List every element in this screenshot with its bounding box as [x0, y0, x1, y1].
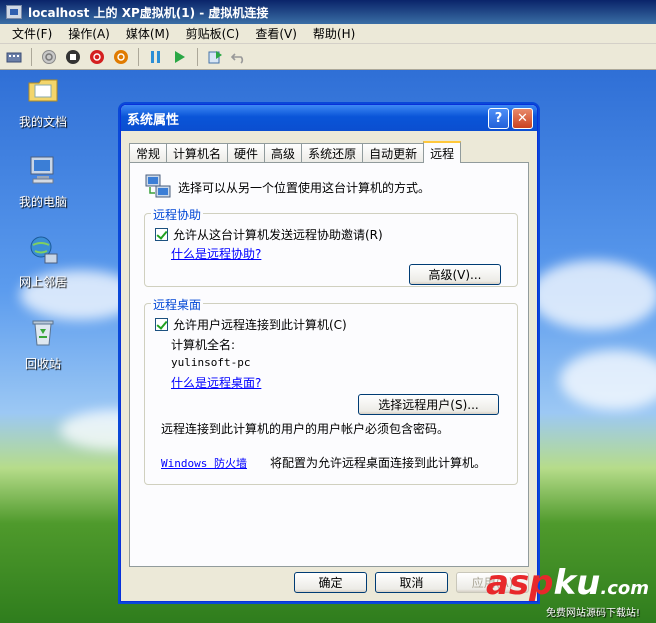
save-state-icon: [114, 49, 128, 64]
allow-assistance-checkbox-row[interactable]: 允许从这台计算机发送远程协助邀请(R): [155, 226, 383, 243]
menu-view[interactable]: 查看(V): [247, 25, 305, 42]
remote-desktop-label: 远程桌面: [151, 296, 204, 313]
desktop-icon-label: 网上邻居: [18, 275, 67, 289]
password-note: 远程连接到此计算机的用户的用户帐户必须包含密码。: [161, 422, 450, 436]
desktop-icon-recycle-bin[interactable]: 回收站: [8, 316, 78, 372]
remote-tab-panel: 选择可以从另一个位置使用这台计算机的方式。 远程协助 允许从这台计算机发送远程协…: [129, 162, 529, 567]
cloud: [530, 260, 656, 330]
folder-icon: [28, 79, 58, 102]
keyboard-icon: [6, 52, 22, 62]
vm-app-icon: [6, 5, 22, 19]
intro-row: 选择可以从另一个位置使用这台计算机的方式。: [144, 173, 430, 201]
menu-file[interactable]: 文件(F): [4, 25, 60, 42]
tab-system-restore[interactable]: 系统还原: [301, 143, 364, 162]
snapshot-icon: [208, 50, 222, 63]
tab-strip: 常规 计算机名 硬件 高级 系统还原 自动更新 远程: [129, 141, 462, 163]
system-properties-dialog: 系统属性 ? ✕ 常规 计算机名 硬件 高级 系统还原 自动更新 远程 选择可以…: [120, 104, 538, 602]
site-watermark: aspku.com 免费网站源码下载站!: [486, 563, 649, 619]
menu-media[interactable]: 媒体(M): [118, 25, 178, 42]
select-remote-users-button[interactable]: 选择远程用户(S)...: [358, 394, 499, 415]
full-computer-name-label: 计算机全名:: [171, 338, 236, 352]
shut-down-button[interactable]: [87, 47, 107, 67]
resume-button[interactable]: [170, 47, 190, 67]
tab-automatic-updates[interactable]: 自动更新: [362, 143, 425, 162]
tab-computer-name[interactable]: 计算机名: [166, 143, 229, 162]
pause-button[interactable]: [146, 47, 166, 67]
allow-remote-desktop-label: 允许用户远程连接到此计算机(C): [173, 318, 347, 332]
undo-icon: [231, 52, 244, 64]
watermark-subtitle: 免费网站源码下载站!: [546, 608, 641, 619]
desktop-icon-my-computer[interactable]: 我的电脑: [8, 154, 78, 210]
host-title: localhost 上的 XP虚拟机(1) - 虚拟机连接: [28, 5, 269, 20]
windows-firewall-link[interactable]: Windows 防火墙: [161, 455, 247, 471]
toolbar-separator: [31, 47, 32, 66]
what-is-remote-assistance-link[interactable]: 什么是远程协助?: [171, 245, 261, 262]
allow-remote-desktop-checkbox[interactable]: [155, 318, 168, 331]
start-icon: [42, 49, 56, 64]
menu-clipboard[interactable]: 剪贴板(C): [178, 25, 248, 42]
host-title-bar: localhost 上的 XP虚拟机(1) - 虚拟机连接: [0, 0, 656, 24]
toolbar-separator: [197, 47, 198, 66]
ok-button[interactable]: 确定: [294, 572, 367, 593]
close-button[interactable]: ✕: [512, 108, 533, 129]
close-icon: ✕: [517, 111, 528, 126]
turn-off-button[interactable]: [63, 47, 83, 67]
tab-remote[interactable]: 远程: [423, 141, 462, 163]
snapshot-button[interactable]: [205, 47, 225, 67]
stop-icon: [66, 49, 80, 64]
remote-assistance-group: 远程协助 允许从这台计算机发送远程协助邀请(R) 什么是远程协助? 高级(V).…: [144, 206, 518, 287]
host-toolbar: [0, 44, 656, 70]
allow-assistance-label: 允许从这台计算机发送远程协助邀请(R): [173, 228, 383, 242]
cancel-button[interactable]: 取消: [375, 572, 448, 593]
tab-hardware[interactable]: 硬件: [227, 143, 266, 162]
remote-computers-icon: [145, 174, 171, 198]
network-icon: [30, 236, 58, 264]
desktop-icon-my-documents[interactable]: 我的文档: [8, 74, 78, 130]
watermark-logo: aspku.com: [486, 563, 649, 603]
intro-text: 选择可以从另一个位置使用这台计算机的方式。: [178, 180, 431, 195]
dialog-title: 系统属性: [127, 112, 180, 128]
allow-remote-desktop-checkbox-row[interactable]: 允许用户远程连接到此计算机(C): [155, 316, 347, 333]
help-button[interactable]: ?: [488, 108, 509, 129]
advanced-button[interactable]: 高级(V)...: [409, 264, 501, 285]
ctrl-alt-del-button[interactable]: [4, 47, 24, 67]
start-button[interactable]: [39, 47, 59, 67]
recycle-bin-icon: [32, 320, 54, 346]
what-is-remote-desktop-link[interactable]: 什么是远程桌面?: [171, 374, 261, 391]
dialog-title-bar[interactable]: 系统属性 ? ✕: [121, 105, 537, 131]
desktop-icon-label: 我的电脑: [18, 195, 67, 209]
play-icon: [175, 50, 185, 63]
host-menu-bar: 文件(F) 操作(A) 媒体(M) 剪贴板(C) 查看(V) 帮助(H): [0, 24, 656, 44]
desktop-icon-label: 我的文档: [18, 115, 67, 129]
cloud: [560, 350, 656, 410]
pause-icon: [151, 50, 160, 63]
tab-advanced[interactable]: 高级: [264, 143, 303, 162]
help-icon: ?: [494, 111, 503, 126]
tab-general[interactable]: 常规: [129, 143, 168, 162]
full-computer-name-value: yulinsoft-pc: [171, 356, 251, 369]
desktop-icon-label: 回收站: [24, 357, 61, 371]
save-state-button[interactable]: [111, 47, 131, 67]
desktop-icon-network-places[interactable]: 网上邻居: [8, 234, 78, 290]
menu-action[interactable]: 操作(A): [60, 25, 118, 42]
remote-desktop-group: 远程桌面 允许用户远程连接到此计算机(C) 计算机全名: yulinsoft-p…: [144, 296, 518, 485]
allow-assistance-checkbox[interactable]: [155, 228, 168, 241]
power-icon: [90, 49, 104, 64]
revert-button[interactable]: [229, 47, 249, 67]
computer-icon: [30, 156, 54, 184]
menu-help[interactable]: 帮助(H): [305, 25, 363, 42]
firewall-note: 将配置为允许远程桌面连接到此计算机。: [270, 456, 487, 470]
remote-assistance-label: 远程协助: [151, 206, 204, 223]
toolbar-separator: [138, 47, 139, 66]
